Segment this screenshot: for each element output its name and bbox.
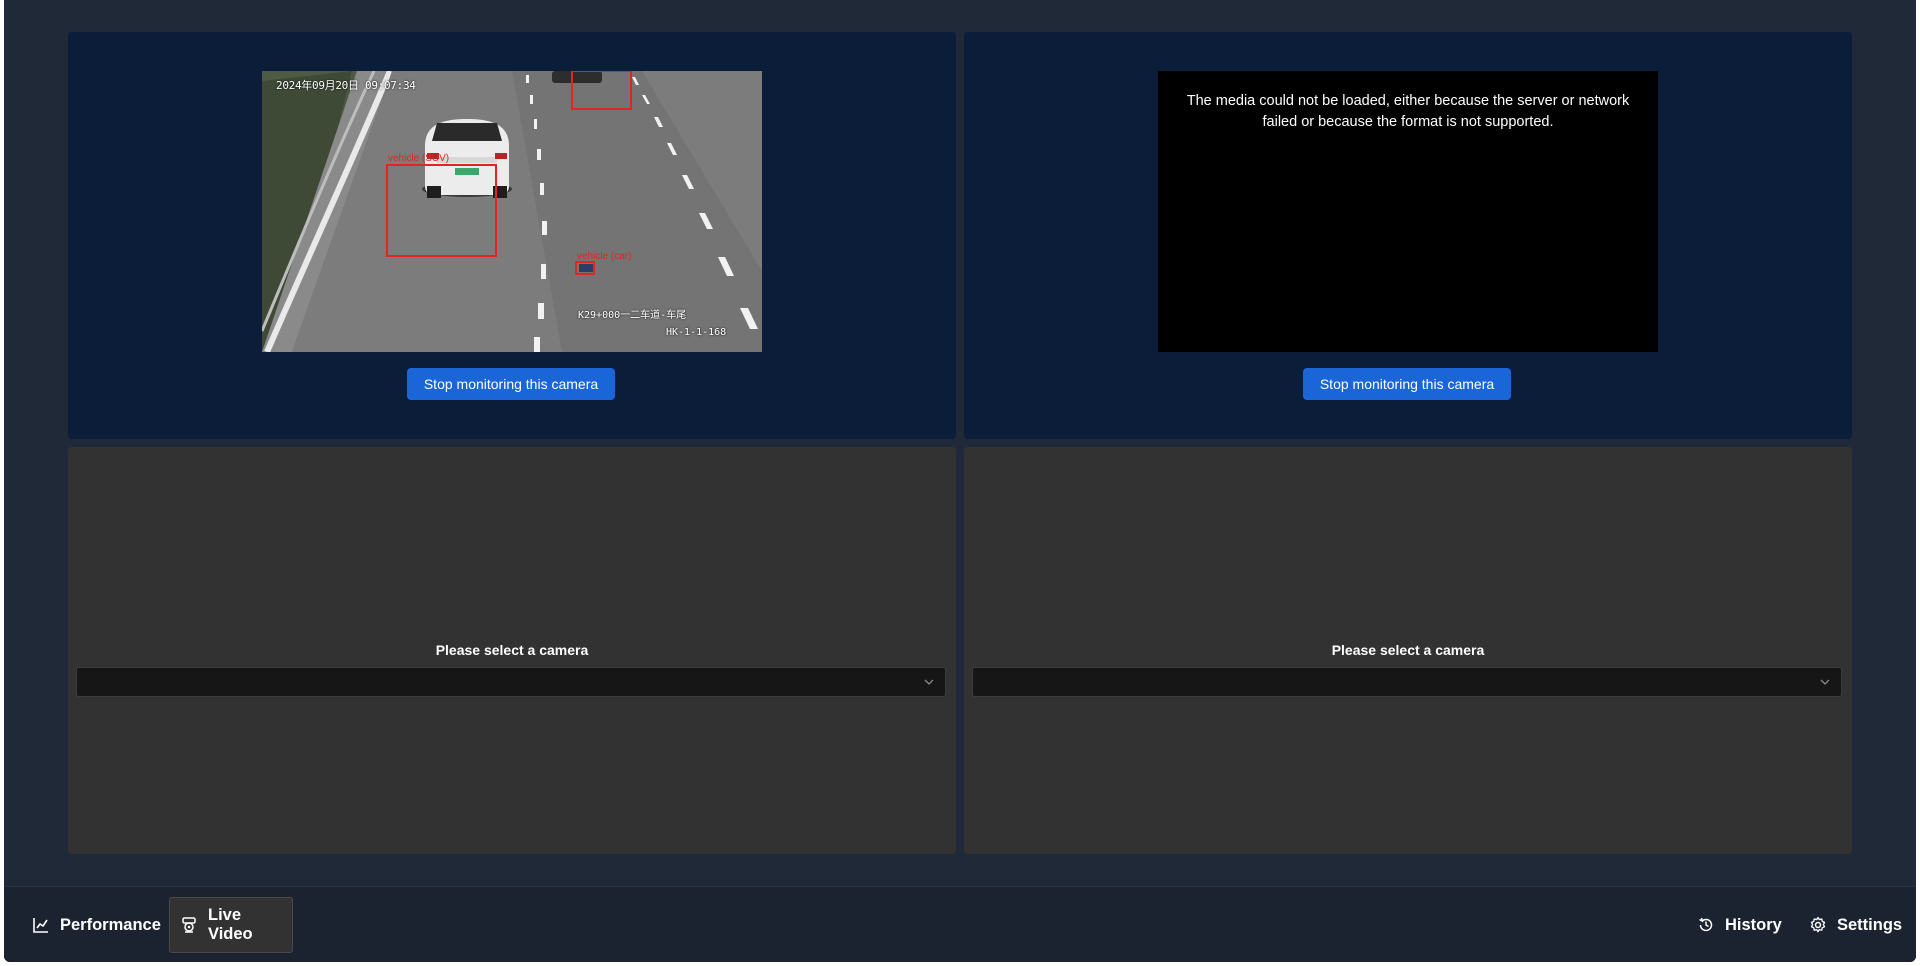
select-camera-prompt: Please select a camera xyxy=(435,642,589,658)
road-scene-frame xyxy=(262,71,762,352)
nav-settings-label: Settings xyxy=(1837,915,1903,934)
webcam-icon xyxy=(182,917,196,933)
camera-video-feed[interactable]: The media could not be loaded, either be… xyxy=(1158,71,1658,352)
nav-live-video-button[interactable]: Live Video xyxy=(169,897,293,953)
detection-label-suv: vehicle (SUV) xyxy=(388,153,450,164)
chevron-down-icon xyxy=(1820,679,1830,685)
camera-panel-2: The media could not be loaded, either be… xyxy=(964,32,1852,439)
camera-panel-3: Please select a camera xyxy=(68,447,956,854)
camera-panel-1: 2024年09月20日 09:07:34 vehicle (SUV) vehic… xyxy=(68,32,956,439)
gear-icon xyxy=(1810,916,1826,933)
detection-label-car: vehicle (car) xyxy=(577,251,632,262)
camera-select[interactable] xyxy=(972,667,1842,697)
bottom-nav-bar: Performance Live Video History Settings xyxy=(4,886,1916,962)
nav-live-video-label: Live Video xyxy=(208,906,253,943)
history-icon xyxy=(1699,917,1713,932)
video-caption-line2: HK-1-1-168 xyxy=(666,327,727,338)
video-timestamp: 2024年09月20日 09:07:34 xyxy=(276,79,416,92)
stop-monitoring-button[interactable]: Stop monitoring this camera xyxy=(407,368,615,400)
media-error-message: The media could not be loaded, either be… xyxy=(1186,93,1630,130)
chart-line-icon xyxy=(33,918,48,933)
nav-settings-button[interactable]: Settings xyxy=(1799,897,1912,953)
app-window: 2024年09月20日 09:07:34 vehicle (SUV) vehic… xyxy=(4,0,1916,962)
chevron-down-icon xyxy=(924,679,934,685)
camera-panel-4: Please select a camera xyxy=(964,447,1852,854)
camera-select[interactable] xyxy=(76,667,946,697)
nav-history-label: History xyxy=(1725,915,1782,934)
nav-history-button[interactable]: History xyxy=(1687,897,1792,953)
nav-performance-label: Performance xyxy=(60,915,161,934)
camera-grid: 2024年09月20日 09:07:34 vehicle (SUV) vehic… xyxy=(68,32,1852,854)
nav-performance-button[interactable]: Performance xyxy=(22,897,171,953)
video-caption-line1: K29+000一二车道-车尾 xyxy=(578,310,687,321)
camera-video-feed[interactable]: 2024年09月20日 09:07:34 vehicle (SUV) vehic… xyxy=(262,71,762,352)
select-camera-prompt: Please select a camera xyxy=(1331,642,1485,658)
stop-monitoring-button[interactable]: Stop monitoring this camera xyxy=(1303,368,1511,400)
